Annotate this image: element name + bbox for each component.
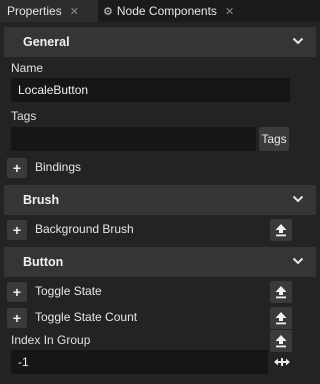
chevron-down-icon[interactable]	[292, 193, 304, 205]
node-components-icon: ⚙	[103, 5, 113, 18]
tab-properties[interactable]: Properties ✕	[0, 0, 98, 22]
section-button-title: Button	[23, 255, 64, 269]
add-toggle-state-count-button[interactable]: +	[7, 308, 27, 328]
tags-label: Tags	[11, 109, 37, 123]
name-field[interactable]: LocaleButton	[11, 78, 290, 102]
tags-button[interactable]: Tags	[259, 127, 289, 151]
bindings-label: Bindings	[35, 160, 82, 174]
reset-background-brush-button[interactable]	[270, 219, 292, 241]
reset-index-in-group-button[interactable]	[270, 330, 292, 352]
index-in-group-value: -1	[18, 355, 29, 369]
reset-icon	[275, 286, 287, 299]
plus-icon: +	[12, 222, 22, 238]
plus-icon: +	[12, 284, 22, 300]
reset-icon	[275, 335, 287, 348]
reset-toggle-state-count-button[interactable]	[270, 307, 292, 329]
tab-node-components[interactable]: ⚙ Node Components ✕	[98, 0, 246, 22]
tags-field[interactable]	[11, 127, 256, 151]
chevron-down-icon[interactable]	[292, 255, 304, 267]
tab-bar: Properties ✕ ⚙ Node Components ✕	[0, 0, 320, 22]
close-icon[interactable]: ✕	[70, 5, 79, 18]
section-brush-title: Brush	[23, 193, 60, 207]
toggle-state-count-label: Toggle State Count	[35, 310, 138, 324]
reset-toggle-state-button[interactable]	[270, 281, 292, 303]
add-background-brush-button[interactable]: +	[7, 220, 27, 240]
section-general-title: General	[23, 35, 70, 49]
tab-node-components-label: Node Components	[116, 4, 217, 18]
background-brush-label: Background Brush	[35, 222, 134, 236]
index-in-group-field[interactable]: -1	[11, 350, 268, 374]
name-field-value: LocaleButton	[18, 83, 89, 97]
name-label: Name	[11, 61, 44, 75]
section-button-header[interactable]: Button	[4, 247, 316, 277]
close-icon[interactable]: ✕	[225, 5, 234, 18]
add-toggle-state-button[interactable]: +	[7, 282, 27, 302]
reset-icon	[275, 224, 287, 237]
plus-icon: +	[12, 310, 22, 326]
add-bindings-button[interactable]: +	[7, 158, 27, 178]
toggle-state-label: Toggle State	[35, 284, 102, 298]
tab-properties-label: Properties	[7, 4, 62, 18]
section-general-header[interactable]: General	[4, 27, 316, 57]
section-brush-header[interactable]: Brush	[4, 185, 316, 215]
index-in-group-label: Index In Group	[11, 333, 91, 347]
chevron-down-icon[interactable]	[292, 35, 304, 47]
plus-icon: +	[12, 160, 22, 176]
drag-resize-icon[interactable]	[273, 356, 291, 368]
reset-icon	[275, 312, 287, 325]
